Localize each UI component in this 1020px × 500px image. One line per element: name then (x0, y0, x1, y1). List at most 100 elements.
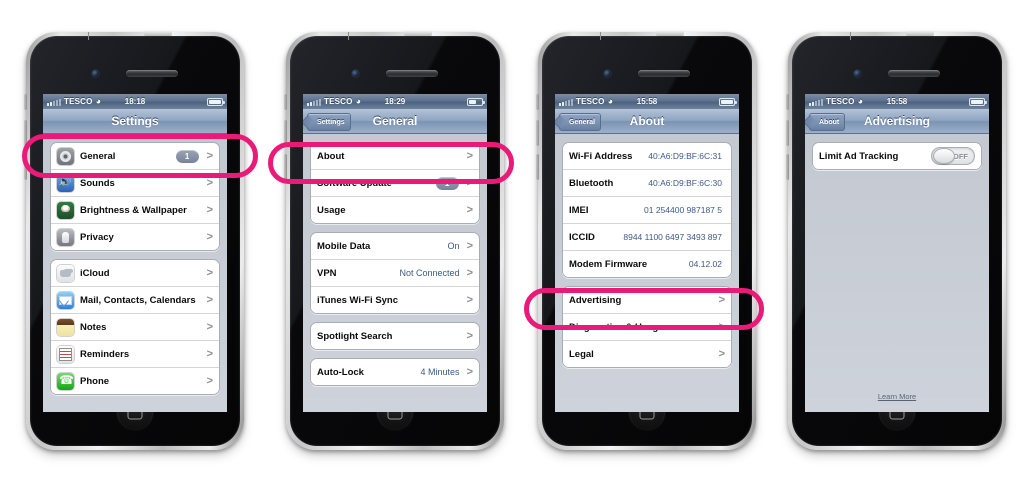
antenna-line (348, 32, 349, 40)
row-value: 4 Minutes (420, 367, 460, 377)
chevron-right-icon: > (206, 320, 213, 333)
page-title: About (629, 114, 665, 128)
back-button-general[interactable]: General (559, 113, 602, 131)
settings-row-notes[interactable]: Notes > (51, 314, 219, 341)
row-label: Legal (569, 348, 594, 360)
status-clock: 15:58 (886, 97, 908, 106)
about-row-iccid: ICCID 8944 1100 6497 3493 897 (563, 224, 731, 251)
power-button[interactable] (656, 31, 684, 36)
learn-more-link[interactable]: Learn More (805, 392, 989, 401)
settings-row-general[interactable]: General 1 > (51, 143, 219, 170)
status-bar: TESCO ◕ 15:58 (555, 94, 739, 109)
antenna-line (850, 32, 851, 40)
chevron-right-icon: > (206, 266, 213, 279)
settings-group-1: General 1 > Sounds > Brightness & Wallpa… (50, 142, 220, 251)
volume-up-button[interactable] (24, 120, 27, 146)
power-button[interactable] (906, 31, 934, 36)
row-label: Limit Ad Tracking (819, 150, 899, 162)
earpiece-speaker-icon (888, 70, 940, 77)
row-label: Notes (80, 321, 107, 333)
volume-down-button[interactable] (284, 154, 287, 180)
row-label: ICCID (569, 231, 595, 243)
settings-list[interactable]: General 1 > Sounds > Brightness & Wallpa… (43, 134, 227, 412)
volume-up-button[interactable] (786, 120, 789, 146)
back-button-settings[interactable]: Settings (307, 113, 351, 131)
volume-down-button[interactable] (24, 154, 27, 180)
chevron-right-icon: > (466, 365, 473, 378)
general-row-vpn[interactable]: VPN Not Connected > (311, 260, 479, 287)
row-label: Phone (80, 375, 110, 387)
mute-switch[interactable] (284, 94, 287, 110)
front-camera-icon (352, 70, 359, 77)
general-row-software-update[interactable]: Software Update 1 > (311, 170, 479, 197)
general-row-usage[interactable]: Usage > (311, 197, 479, 223)
row-label: Sounds (80, 177, 115, 189)
about-row-bluetooth: Bluetooth 40:A6:D9:BF:6C:30 (563, 170, 731, 197)
row-label: About (317, 150, 345, 162)
volume-up-button[interactable] (284, 120, 287, 146)
row-label: iCloud (80, 267, 110, 279)
row-label: Diagnostics & Usage (569, 321, 664, 333)
status-bar: TESCO ◕ 18:29 (303, 94, 487, 109)
general-row-itunes-sync[interactable]: iTunes Wi-Fi Sync > (311, 287, 479, 313)
chevron-right-icon: > (718, 293, 725, 306)
status-clock: 15:58 (636, 97, 658, 106)
mute-switch[interactable] (24, 94, 27, 110)
chevron-right-icon: > (206, 176, 213, 189)
battery-icon (207, 97, 225, 106)
general-row-mobile-data[interactable]: Mobile Data On > (311, 233, 479, 260)
settings-row-mail[interactable]: Mail, Contacts, Calendars > (51, 287, 219, 314)
general-group-4: Auto-Lock 4 Minutes > (310, 358, 480, 386)
volume-down-button[interactable] (536, 154, 539, 180)
navigation-bar: General About (555, 109, 739, 134)
power-button[interactable] (144, 31, 172, 36)
navigation-bar: Settings (43, 109, 227, 134)
mute-switch[interactable] (786, 94, 789, 110)
row-value: 01 254400 987187 5 (644, 205, 722, 215)
row-label: Privacy (80, 231, 114, 243)
battery-icon (467, 97, 485, 106)
general-group-1: About > Software Update 1 > Usage > (310, 142, 480, 224)
iphone-device-general: TESCO ◕ 18:29 Settings General About > S… (284, 31, 504, 450)
general-row-about[interactable]: About > (311, 143, 479, 170)
general-row-spotlight[interactable]: Spotlight Search > (311, 323, 479, 349)
battery-icon (969, 97, 987, 106)
page-title: Advertising (863, 114, 930, 128)
tutorial-screenshot: TESCO ◕ 18:18 Settings General 1 > 🔊 Sou… (0, 0, 1020, 500)
reminders-icon (57, 345, 74, 363)
limit-ad-tracking-toggle[interactable]: OFF (931, 147, 975, 165)
earpiece-speaker-icon (126, 70, 178, 77)
advertising-list[interactable]: Limit Ad Tracking OFF Learn More (805, 134, 989, 412)
about-row-advertising[interactable]: Advertising > (563, 287, 731, 314)
mute-switch[interactable] (536, 94, 539, 110)
phone-icon (57, 372, 74, 390)
settings-row-privacy[interactable]: Privacy > (51, 224, 219, 250)
about-row-diagnostics[interactable]: Diagnostics & Usage > (563, 314, 731, 341)
phone-screen-general: TESCO ◕ 18:29 Settings General About > S… (303, 94, 487, 412)
toggle-state-label: OFF (953, 151, 968, 161)
general-list[interactable]: About > Software Update 1 > Usage > Mobi… (303, 134, 487, 412)
power-button[interactable] (404, 31, 432, 36)
status-clock: 18:29 (384, 97, 406, 106)
settings-row-sounds[interactable]: Sounds > (51, 170, 219, 197)
about-list[interactable]: Wi-Fi Address 40:A6:D9:BF:6C:31 Bluetoot… (555, 134, 739, 412)
chevron-right-icon: > (718, 320, 725, 333)
settings-row-phone[interactable]: Phone > (51, 368, 219, 394)
mail-icon (57, 291, 74, 309)
settings-row-reminders[interactable]: Reminders > (51, 341, 219, 368)
volume-down-button[interactable] (786, 154, 789, 180)
row-label: Wi-Fi Address (569, 150, 633, 162)
about-row-legal[interactable]: Legal > (563, 341, 731, 367)
general-row-auto-lock[interactable]: Auto-Lock 4 Minutes > (311, 359, 479, 385)
navigation-bar: Settings General (303, 109, 487, 134)
chevron-right-icon: > (466, 293, 473, 306)
settings-row-brightness[interactable]: Brightness & Wallpaper > (51, 197, 219, 224)
row-label: iTunes Wi-Fi Sync (317, 294, 399, 306)
back-button-about[interactable]: About (809, 113, 846, 131)
advertising-row-limit-ad-tracking[interactable]: Limit Ad Tracking OFF (813, 143, 981, 169)
settings-row-icloud[interactable]: iCloud > (51, 260, 219, 287)
row-label: Spotlight Search (317, 330, 393, 342)
antenna-line (88, 32, 89, 40)
row-value: 8944 1100 6497 3493 897 (623, 232, 722, 242)
volume-up-button[interactable] (536, 120, 539, 146)
